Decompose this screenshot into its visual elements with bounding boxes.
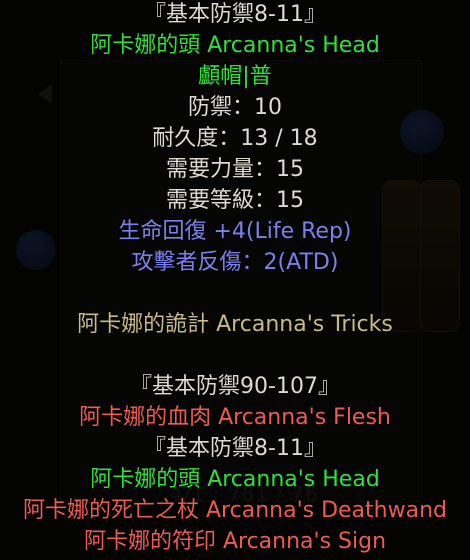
set-item-flesh: 阿卡娜的血肉 Arcanna's Flesh xyxy=(79,405,391,430)
durability-stat: 耐久度：13 / 18 xyxy=(152,126,318,151)
item-name: 阿卡娜的頭 Arcanna's Head xyxy=(90,33,380,58)
mod-attacker-damage: 攻擊者反傷：2(ATD) xyxy=(131,250,339,275)
set-item-deathwand: 阿卡娜的死亡之杖 Arcanna's Deathwand xyxy=(23,498,447,523)
set-item-header: 『基本防禦8-11』 xyxy=(144,436,326,461)
set-item-sign: 阿卡娜的符印 Arcanna's Sign xyxy=(83,529,387,554)
required-level: 需要等級：15 xyxy=(166,188,304,213)
item-tooltip: 『基本防禦8-11』 阿卡娜的頭 Arcanna's Head 顱帽|普 防禦：… xyxy=(0,0,470,560)
defense-stat: 防禦：10 xyxy=(188,95,282,120)
set-name: 阿卡娜的詭計 Arcanna's Tricks xyxy=(77,312,393,337)
item-type: 顱帽|普 xyxy=(198,64,272,89)
base-defense-header: 『基本防禦8-11』 xyxy=(144,2,326,27)
set-item-header: 『基本防禦90-107』 xyxy=(130,374,340,399)
required-strength: 需要力量：15 xyxy=(166,157,304,182)
mod-life-replenish: 生命回復 +4(Life Rep) xyxy=(118,219,352,244)
set-item-head: 阿卡娜的頭 Arcanna's Head xyxy=(90,467,380,492)
